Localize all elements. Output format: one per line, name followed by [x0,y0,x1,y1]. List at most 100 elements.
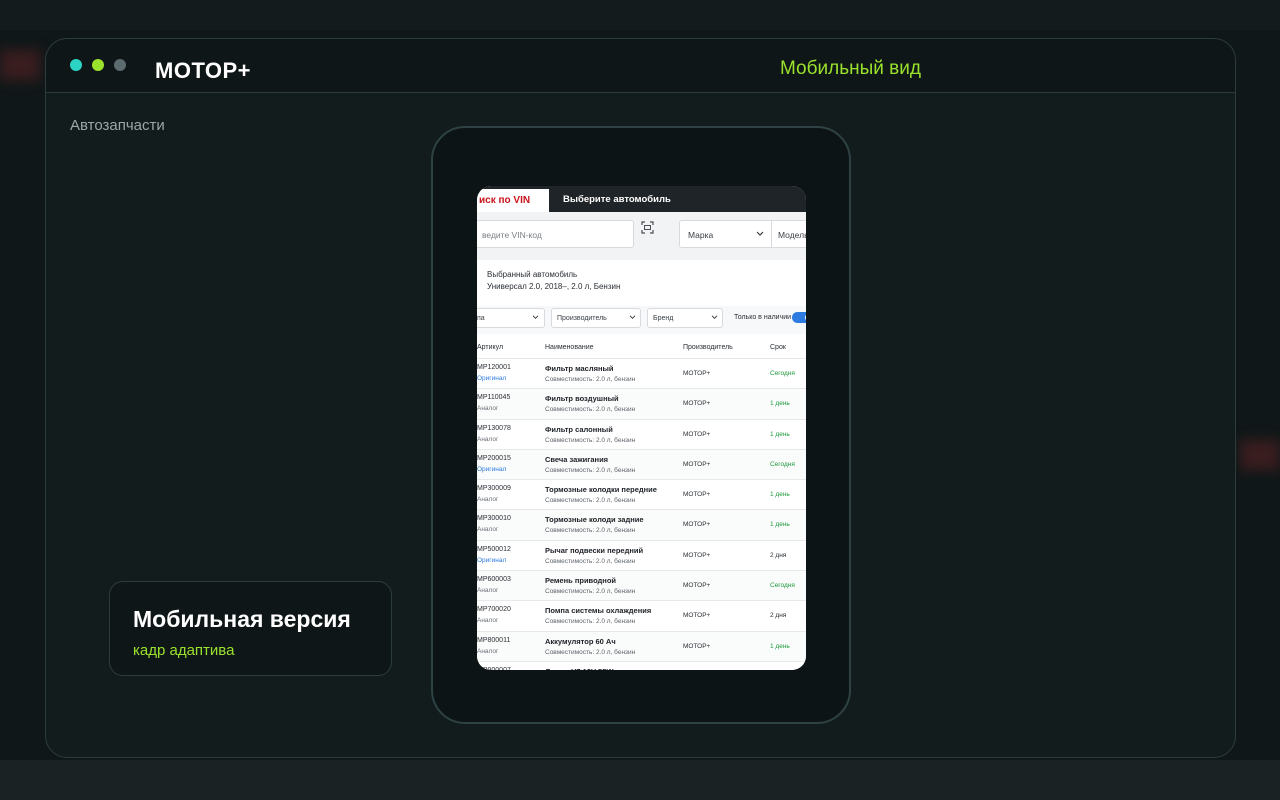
background-accent [1240,440,1280,470]
delivery-term-cell: 2 дня [770,612,787,620]
manufacturer-cell: МОТОР+ [683,521,711,529]
part-name-cell[interactable]: Фильтр воздушный [545,394,619,403]
table-header: Артикул Наименование Производитель Срок [477,338,806,358]
chevron-down-icon [629,315,636,320]
presentation-window: МОТОР+ Мобильный вид Автозапчасти иск по… [45,38,1236,758]
parts-table: MP120001 Оригинал Фильтр масляный Совместим… [477,358,806,670]
column-header: Артикул [477,344,504,351]
delivery-term-cell: 2 дня [770,551,787,559]
table-row[interactable]: MP110045 Аналог Фильтр воздушный Совместимо… [477,388,806,419]
in-stock-toggle[interactable] [792,312,806,323]
tab-vin-search[interactable]: иск по VIN [477,189,549,212]
article-cell: MP700020 [477,606,511,614]
manufacturer-cell: МОТОР+ [683,642,711,650]
part-type-cell: Оригинал [477,465,507,473]
compatibility-cell: Совместимость: 2.0 л, бензин [545,527,636,535]
table-row[interactable]: MP120001 Оригинал Фильтр масляный Совместим… [477,358,806,389]
vin-input[interactable]: ведите VIN-код [477,220,634,248]
part-type-cell: Аналог [477,496,499,504]
part-name-cell[interactable]: Тормозные колоди задние [545,515,644,524]
compatibility-cell: Совместимость: 2.0 л, бензин [545,557,636,565]
article-cell: MP200015 [477,454,511,462]
background-accent [0,50,40,80]
phone-screen: иск по VIN Выберите автомобиль ведите VI… [477,186,806,670]
article-cell: MP300009 [477,485,511,493]
compatibility-cell: Совместимость: 2.0 л, бензин [545,406,636,414]
part-type-cell: Аналог [477,405,499,413]
compatibility-cell: Совместимость: 2.0 л, бензин [545,497,636,505]
part-name-cell[interactable]: Аккумулятор 60 Ач [545,637,616,646]
selected-car-value: Универсал 2.0, 2018–, 2.0 л, Бензин [487,282,621,291]
toggle-knob [805,314,806,321]
compatibility-cell: Совместимость: 2.0 л, бензин [545,466,636,474]
window-dot-icon [92,59,104,71]
part-type-cell: Оригинал [477,556,507,564]
part-type-cell: Аналог [477,526,499,534]
brand-select[interactable]: Марка [679,220,772,248]
part-name-cell[interactable]: Тормозные колодки передние [545,485,657,494]
brand-select-label: Марка [688,230,714,240]
table-row[interactable]: MP200015 Оригинал Свеча зажигания Совместим… [477,448,806,480]
model-select-label: Модель [778,230,806,240]
part-name-cell[interactable]: Фильтр салонный [545,425,613,434]
table-row[interactable]: MP300010 Аналог Тормозные колоди задние Сов… [477,509,806,540]
part-type-cell: Аналог [477,435,499,443]
delivery-term-cell: 1 день [770,642,790,650]
compatibility-cell: Совместимость: 2.0 л, бензин [545,436,636,444]
table-row[interactable]: MP300009 Аналог Тормозные колодки передние… [477,479,806,510]
chevron-down-icon [756,231,764,236]
model-select[interactable]: Модель [771,220,806,248]
delivery-term-cell: 1 день [770,491,790,499]
article-cell: MP300010 [477,515,511,523]
manufacturer-cell: МОТОР+ [683,551,711,559]
window-titlebar: МОТОР+ Мобильный вид [46,39,1235,93]
selected-car-panel: Выбранный автомобиль Универсал 2.0, 2018… [477,264,806,300]
tab-select-car[interactable]: Выберите автомобиль [563,194,671,205]
section-label: Автозапчасти [70,117,165,134]
compatibility-cell: Совместимость: 2.0 л, бензин [545,618,636,626]
manufacturer-cell: МОТОР+ [683,460,711,468]
group-filter[interactable]: па [477,308,545,328]
app-title: МОТОР+ [155,58,251,83]
table-row[interactable]: MP500012 Оригинал Рычаг подвески передний С… [477,539,806,571]
chevron-down-icon [532,315,539,320]
table-row[interactable]: MP900007АналогЛампа H7 12V 55WСовместимо… [477,660,806,670]
callout-title: Мобильная версия [133,606,351,632]
table-row[interactable]: MP600003 Аналог Ремень приводной Совместимо… [477,570,806,601]
table-row[interactable]: MP800011 Аналог Аккумулятор 60 Ач Совместим… [477,630,806,661]
brand-filter[interactable]: Бренд [647,308,723,328]
delivery-term-cell: Сегодня [770,460,795,468]
delivery-term-cell: 1 день [770,400,790,408]
manufacturer-cell: МОТОР+ [683,491,711,499]
article-cell: MP130078 [477,424,511,432]
manufacturer-cell: МОТОР+ [683,370,711,377]
window-dot-icon [114,59,126,71]
article-cell: MP500012 [477,545,511,553]
callout-subtitle: кадр адаптива [133,642,235,659]
background-footer [0,760,1280,800]
scan-icon[interactable] [641,221,654,234]
part-name-cell[interactable]: Помпа системы охлаждения [545,606,651,615]
group-filter-label: па [477,315,485,322]
delivery-term-cell: Сегодня [770,370,795,377]
tab-bar: иск по VIN Выберите автомобиль [477,186,806,212]
chevron-down-icon [711,315,718,320]
part-name-cell[interactable]: Ремень приводной [545,576,616,585]
manufacturer-filter-label: Производитель [557,315,607,322]
article-cell: MP120001 [477,364,511,371]
table-row[interactable]: MP130078 Аналог Фильтр салонный Совместимос… [477,418,806,449]
view-label: Мобильный вид [780,58,921,79]
part-name-cell[interactable]: Свеча зажигания [545,455,608,464]
part-name-cell[interactable]: Лампа H7 12V 55W [545,667,613,670]
background-strip [0,0,1280,30]
selected-car-title: Выбранный автомобиль [487,270,578,279]
table-row[interactable]: MP700020 Аналог Помпа системы охлаждения Со… [477,600,806,631]
part-name-cell[interactable]: Фильтр масляный [545,364,614,373]
article-cell: MP900007 [477,667,511,670]
manufacturer-filter[interactable]: Производитель [551,308,641,328]
manufacturer-cell: МОТОР+ [683,582,711,590]
compatibility-cell: Совместимость: 2.0 л, бензин [545,588,636,596]
part-type-cell: Аналог [477,647,499,655]
part-name-cell[interactable]: Рычаг подвески передний [545,546,643,555]
article-cell: MP600003 [477,576,511,584]
